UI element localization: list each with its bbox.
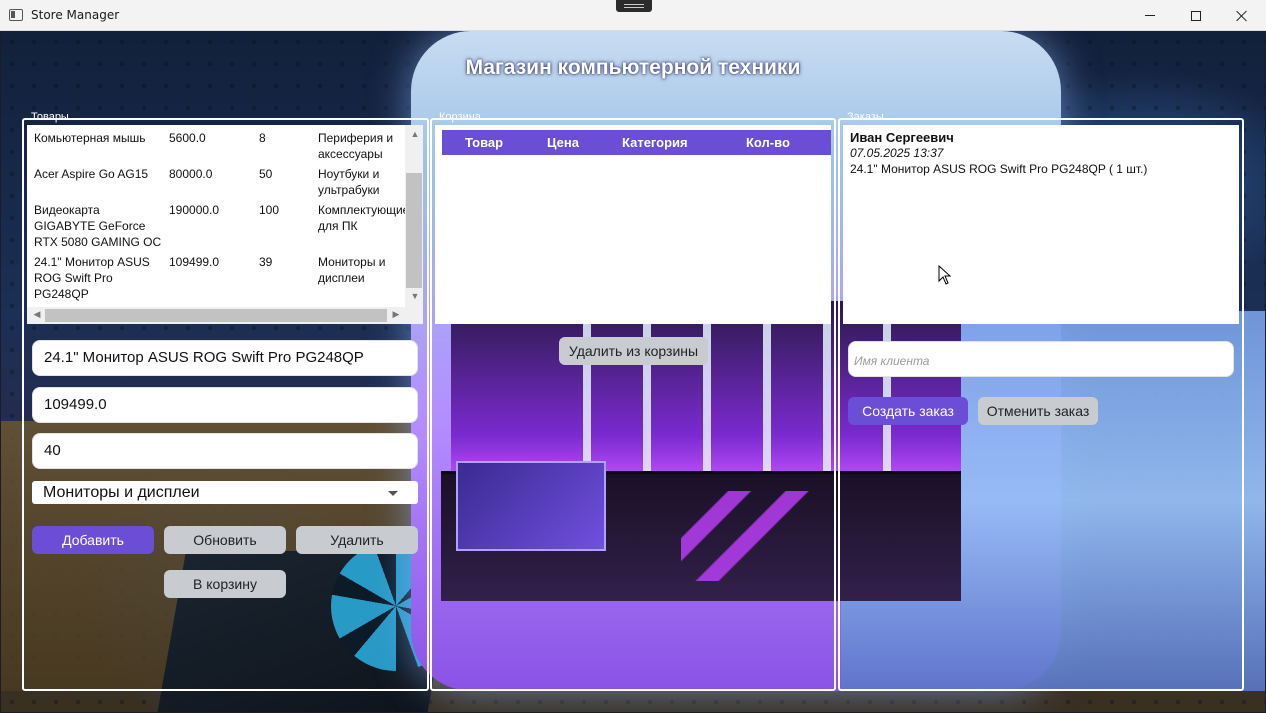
remove-from-cart-button[interactable]: Удалить из корзины	[559, 337, 708, 365]
scroll-left-icon[interactable]: ◀	[29, 309, 45, 320]
product-qty: 100	[259, 203, 280, 217]
order-date: 07.05.2025 13:37	[850, 146, 944, 160]
product-price-input[interactable]: 109499.0	[32, 387, 418, 423]
order-line-item: 24.1" Монитор ASUS ROG Swift Pro PG248QP…	[850, 162, 1148, 176]
products-list[interactable]: Комьютерная мышь 5600.0 8 Периферия и ак…	[27, 125, 423, 324]
minimize-button[interactable]	[1127, 0, 1173, 31]
add-to-cart-button[interactable]: В корзину	[164, 570, 286, 598]
app-icon	[9, 9, 23, 21]
client-name-input[interactable]: Имя клиента	[848, 341, 1234, 377]
cart-column-price[interactable]: Цена	[547, 135, 579, 150]
product-price: 80000.0	[169, 167, 213, 181]
order-client-name: Иван Сергеевич	[850, 130, 954, 145]
maximize-button[interactable]	[1173, 0, 1219, 31]
update-button[interactable]: Обновить	[164, 526, 286, 554]
horizontal-scroll-thumb[interactable]	[45, 309, 387, 322]
scroll-right-icon[interactable]: ▶	[388, 309, 404, 320]
product-name-input[interactable]: 24.1" Монитор ASUS ROG Swift Pro PG248QP	[32, 340, 418, 376]
product-category: Периферия и аксессуары	[318, 131, 394, 161]
category-select[interactable]: Мониторы и дисплеи	[32, 481, 418, 504]
product-price: 109499.0	[169, 255, 220, 269]
product-name: Комьютерная мышь	[34, 131, 146, 145]
close-icon	[1236, 10, 1248, 22]
product-name: 24.1" Монитор ASUS ROG Swift Pro PG248QP	[34, 255, 150, 301]
chevron-down-icon[interactable]	[388, 491, 398, 496]
title-bar: Store Manager	[0, 0, 1266, 31]
product-category: Комплектующие для ПК	[318, 203, 410, 233]
product-category: Мониторы и дисплеи	[318, 255, 386, 285]
create-order-button[interactable]: Создать заказ	[848, 397, 968, 425]
cart-column-product[interactable]: Товар	[465, 135, 503, 150]
product-qty-input[interactable]: 40	[32, 433, 418, 469]
cart-group-label: Корзина	[439, 111, 481, 123]
product-name: Acer Aspire Go AG15	[34, 167, 149, 181]
product-price: 5600.0	[169, 131, 206, 145]
scroll-up-icon[interactable]: ▲	[407, 129, 423, 139]
cancel-order-button[interactable]: Отменить заказ	[978, 397, 1098, 425]
cart-column-qty[interactable]: Кол-во	[746, 135, 790, 150]
close-button[interactable]	[1219, 0, 1265, 31]
snap-grip-icon[interactable]	[616, 0, 652, 12]
orders-group-label: Заказы	[847, 111, 884, 123]
window-title: Store Manager	[31, 8, 120, 22]
product-qty: 50	[259, 167, 273, 181]
vertical-scroll-thumb[interactable]	[406, 173, 422, 288]
product-price: 190000.0	[169, 203, 220, 217]
cart-column-category[interactable]: Категория	[622, 135, 688, 150]
product-qty: 8	[259, 131, 266, 145]
maximize-icon	[1191, 10, 1201, 21]
delete-button[interactable]: Удалить	[296, 526, 418, 554]
products-group-label: Товары	[31, 111, 69, 123]
page-title: Магазин компьютерной техники	[465, 56, 801, 79]
product-qty: 39	[259, 255, 273, 269]
product-category: Ноутбуки и ультрабуки	[318, 167, 380, 197]
product-name: Видеокарта GIGABYTE GeForce RTX 5080 GAM…	[34, 203, 162, 249]
scroll-down-icon[interactable]: ▼	[407, 291, 423, 301]
minimize-icon	[1145, 15, 1155, 16]
add-button[interactable]: Добавить	[32, 526, 154, 554]
